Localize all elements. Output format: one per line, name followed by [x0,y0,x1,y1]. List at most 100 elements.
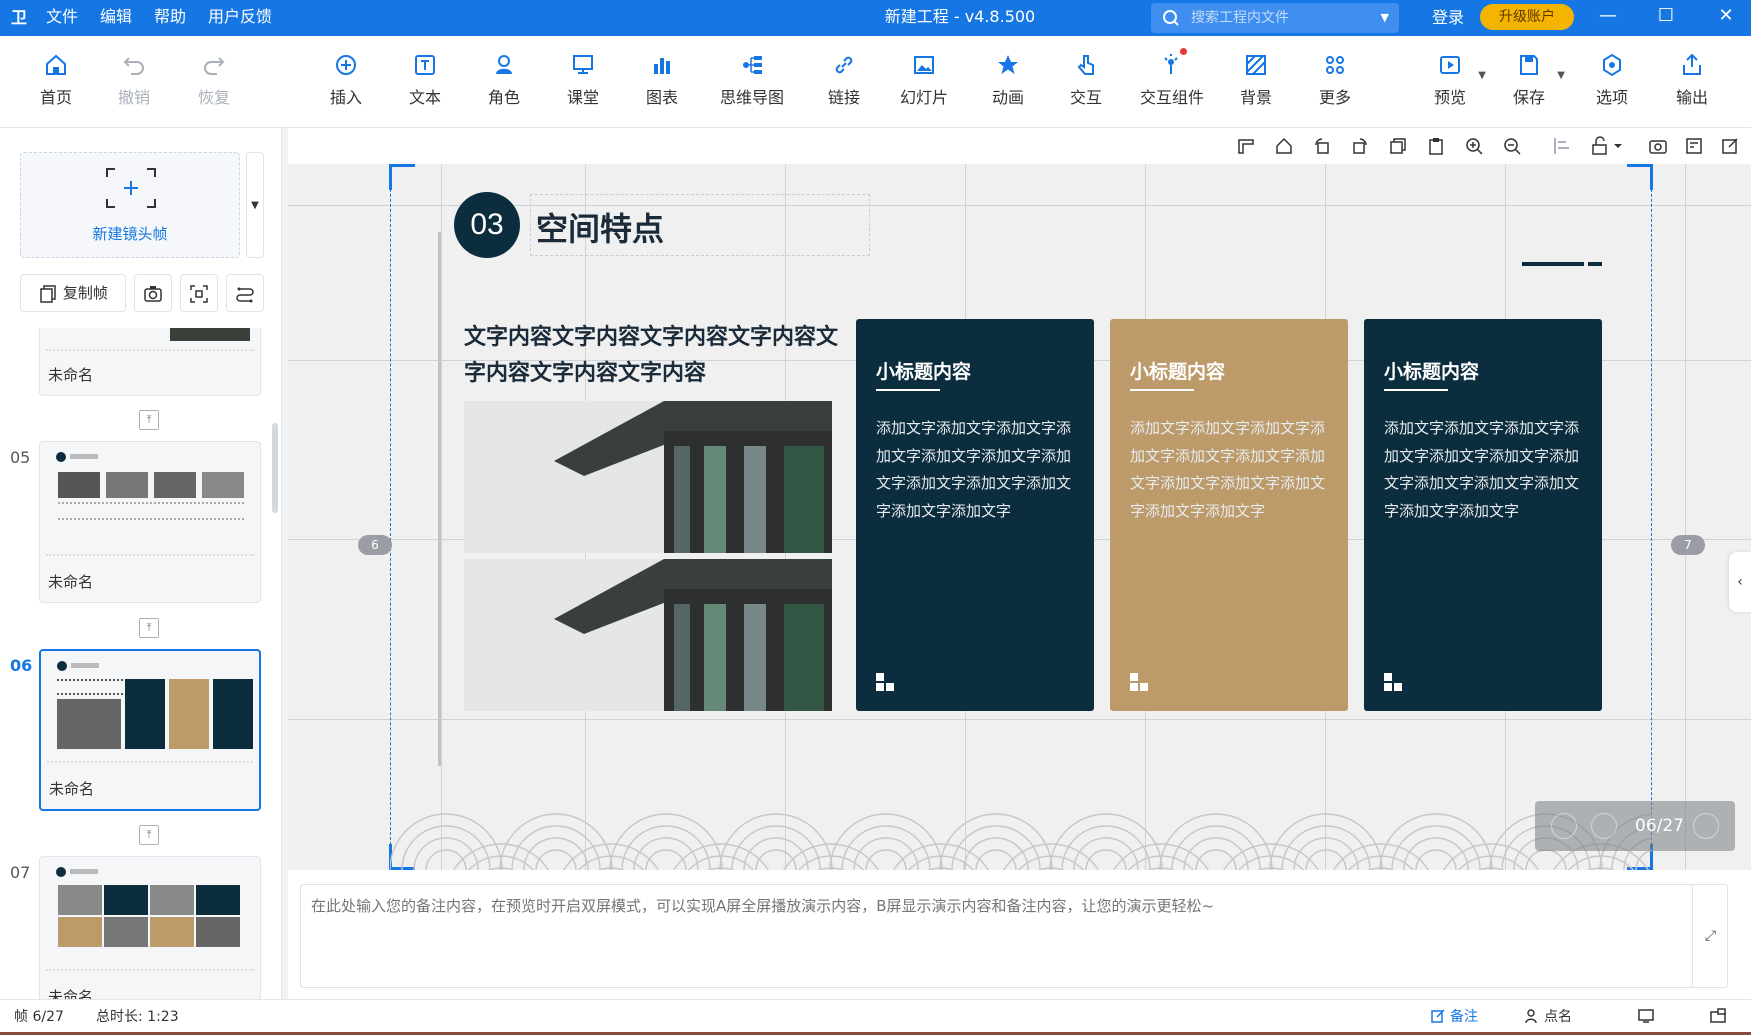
mindmap-icon [714,52,790,82]
menu-help[interactable]: 帮助 [154,0,186,36]
close-icon[interactable]: ✕ [1706,0,1746,36]
upgrade-button[interactable]: 升级账户 [1480,4,1574,30]
role-button[interactable]: 角色 [466,52,542,108]
status-bar: 帧 6/27 总时长: 1:23 备注 点名 [0,999,1751,1035]
snapshot-button[interactable] [134,274,172,312]
lock-icon[interactable] [1590,136,1626,158]
minimize-icon[interactable]: — [1588,0,1628,36]
next-frame-badge[interactable]: 7 [1671,535,1705,555]
slide-thumbnail[interactable]: 未命名 [39,441,261,603]
mindmap-button[interactable]: 思维导图 [714,52,790,108]
options-button[interactable]: 选项 [1574,52,1650,108]
ruler-icon[interactable] [1236,136,1258,158]
expand-right-panel-icon[interactable]: ‹ [1729,552,1751,612]
save-icon [1491,52,1567,82]
next-frame-icon[interactable] [1693,813,1719,839]
text-button[interactable]: 文本 [387,52,463,108]
wave-pattern-decor [390,813,1652,870]
home-view-icon[interactable] [1274,136,1296,158]
login-link[interactable]: 登录 [1432,0,1464,36]
rotate-right-icon[interactable] [1350,136,1372,158]
path-button[interactable] [226,274,264,312]
interact-component-button[interactable]: 交互组件 [1134,48,1210,108]
slide-thumbnail-active[interactable]: 未命名 [39,649,261,811]
transition-icon[interactable]: ⤒ [139,825,159,845]
expand-icon[interactable]: ⤢ [1692,884,1728,988]
transition-icon[interactable]: ⤒ [139,618,159,638]
copy-frame-button[interactable]: 复制帧 [20,274,126,312]
chart-button[interactable]: 图表 [624,52,700,108]
building-photo[interactable] [464,401,832,553]
slide-thumbnail[interactable]: 未命名 [39,856,261,999]
gear-icon [1574,52,1650,82]
section-title[interactable]: 空间特点 [536,204,664,250]
note-icon [1431,1009,1445,1023]
maximize-icon[interactable]: ☐ [1646,0,1686,36]
search-input[interactable]: 搜索工程内文件 ▼ [1151,3,1399,33]
screenshot-icon[interactable] [1648,136,1670,158]
screen-icon[interactable] [1638,1000,1658,1034]
content-card[interactable]: 小标题内容 添加文字添加文字添加文字添加文字添加文字添加文字添加文字添加文字添加… [1364,319,1602,711]
notes-toggle[interactable]: 备注 [1430,1000,1478,1034]
camera-icon [144,285,162,302]
section-number-badge[interactable]: 03 [454,192,520,258]
window-mode-icon[interactable] [1710,1000,1730,1034]
title-bar: 卫 文件 编辑 帮助 用户反馈 新建工程 - v4.8.500 搜索工程内文件 … [0,0,1751,36]
undo-icon [96,52,172,82]
settings-panel-icon[interactable] [1684,136,1706,158]
zoom-out-icon[interactable] [1502,136,1524,158]
squares-icon [1130,673,1148,691]
play-icon [1412,52,1488,82]
building-photo[interactable] [464,559,832,711]
animation-button[interactable]: 动画 [970,52,1046,108]
redo-button[interactable]: 恢复 [176,52,252,108]
fit-frame-button[interactable] [180,274,218,312]
link-button[interactable]: 链接 [806,52,882,108]
preview-dropdown-icon[interactable]: ▼ [1478,70,1486,81]
prev-frame-icon[interactable] [1591,813,1617,839]
new-frame-button[interactable]: 新建镜头帧 [20,152,240,258]
transition-icon[interactable]: ⤒ [139,410,159,430]
first-frame-icon[interactable] [1551,813,1577,839]
body-text[interactable]: 文字内容文字内容文字内容文字内容文字内容文字内容文字内容 [464,320,844,392]
thumbnail-scrollbar[interactable] [272,423,278,513]
save-dropdown-icon[interactable]: ▼ [1557,70,1565,81]
background-button[interactable]: 背景 [1218,52,1294,108]
copy-element-icon[interactable] [1388,136,1410,158]
notes-input[interactable] [300,884,1728,988]
insert-button[interactable]: 插入 [308,52,384,108]
menu-file[interactable]: 文件 [46,0,78,36]
zoom-in-icon[interactable] [1464,136,1486,158]
home-icon [18,52,94,82]
slide-number: 07 [10,863,31,882]
align-icon[interactable] [1552,136,1574,158]
redo-icon [176,52,252,82]
tap-icon [1134,52,1210,82]
rollcall-button[interactable]: 点名 [1524,1000,1572,1034]
export-button[interactable]: 输出 [1654,52,1730,108]
slide-number: 05 [10,448,31,467]
home-button[interactable]: 首页 [18,52,94,108]
editing-canvas[interactable]: 6 7 03 空间特点 文字内容文字内容文字内容文字内容文字内容文字内容文字内容… [288,164,1751,870]
background-icon [1218,52,1294,82]
edit-icon[interactable] [1720,136,1742,158]
content-card[interactable]: 小标题内容 添加文字添加文字添加文字添加文字添加文字添加文字添加文字添加文字添加… [1110,319,1348,711]
undo-button[interactable]: 撤销 [96,52,172,108]
person-icon [466,52,542,82]
preview-button[interactable]: 预览 ▼ [1412,52,1488,108]
new-frame-dropdown-icon[interactable]: ▼ [246,152,264,258]
plus-circle-icon [308,52,384,82]
menu-feedback[interactable]: 用户反馈 [208,0,272,36]
search-dropdown-icon[interactable]: ▼ [1381,3,1389,33]
rotate-left-icon[interactable] [1312,136,1334,158]
slide-thumbnail[interactable]: 未命名 [39,328,261,396]
prev-frame-badge[interactable]: 6 [358,535,392,555]
save-button[interactable]: 保存 ▼ [1491,52,1567,108]
paste-icon[interactable] [1426,136,1448,158]
class-button[interactable]: 课堂 [545,52,621,108]
content-card[interactable]: 小标题内容 添加文字添加文字添加文字添加文字添加文字添加文字添加文字添加文字添加… [856,319,1094,711]
interact-button[interactable]: 交互 [1048,52,1124,108]
menu-edit[interactable]: 编辑 [100,0,132,36]
more-button[interactable]: 更多 [1297,52,1373,108]
slides-button[interactable]: 幻灯片 [886,52,962,108]
